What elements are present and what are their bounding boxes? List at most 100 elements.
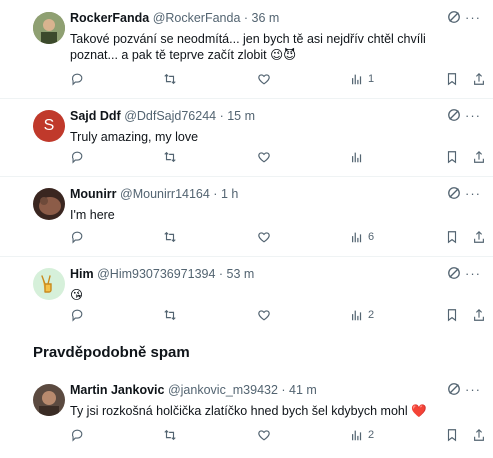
share-icon [474, 308, 484, 321]
reply-button[interactable] [70, 306, 84, 324]
share-button[interactable] [472, 148, 486, 166]
bookmark-icon [447, 309, 457, 322]
bookmark-button[interactable] [445, 306, 459, 324]
like-icon [258, 232, 270, 243]
reply-icon [71, 151, 83, 164]
avatar-letter: S [43, 117, 55, 134]
retweet-icon [164, 429, 176, 441]
author-meta[interactable]: @DdfSajd76244 · 15 m [124, 109, 255, 123]
bookmark-icon [447, 231, 457, 244]
more-icon[interactable]: ··· [465, 10, 481, 25]
author-meta[interactable]: @Him930736971394 · 53 m [97, 267, 254, 281]
tweet-header: RockerFanda @RockerFanda · 36 m [70, 11, 279, 25]
reply-icon [71, 231, 83, 244]
like-button[interactable] [257, 306, 271, 324]
share-button[interactable] [472, 306, 486, 324]
bookmark-button[interactable] [445, 148, 459, 166]
reply-icon [71, 309, 83, 322]
tweet-text: 😘 [70, 288, 84, 302]
views-icon [352, 152, 362, 163]
reply-button[interactable] [70, 70, 88, 88]
reply-button[interactable] [70, 148, 84, 166]
grok-icon[interactable] [447, 186, 461, 200]
tweet-header: Sajd Ddf @DdfSajd76244 · 15 m [70, 109, 255, 123]
more-icon[interactable]: ··· [465, 382, 481, 397]
like-icon [258, 152, 270, 163]
reply-icon [71, 73, 83, 86]
share-button[interactable] [472, 426, 486, 444]
bookmark-icon [447, 73, 457, 86]
retweet-button[interactable] [163, 70, 181, 88]
author-meta[interactable]: @RockerFanda · 36 m [153, 11, 280, 25]
like-icon [258, 310, 270, 321]
author-meta[interactable]: @jankovic_m39432 · 41 m [168, 383, 317, 397]
avatar[interactable] [33, 12, 65, 44]
avatar[interactable]: S [33, 110, 65, 142]
tweet-actions: 2 [70, 306, 490, 326]
like-icon [258, 74, 270, 85]
author-meta[interactable]: @Mounirr14164 · 1 h [120, 187, 238, 201]
retweet-icon [164, 231, 176, 243]
share-button[interactable] [472, 228, 486, 246]
author-name[interactable]: Him [70, 267, 94, 281]
author-name[interactable]: Martin Jankovic [70, 383, 164, 397]
like-button[interactable] [257, 70, 275, 88]
reply-button[interactable] [70, 426, 84, 444]
view-count: 1 [368, 73, 375, 85]
avatar[interactable] [33, 384, 65, 416]
author-name[interactable]: RockerFanda [70, 11, 149, 25]
retweet-button[interactable] [163, 148, 177, 166]
tweet-actions: 2 [70, 426, 490, 446]
reply-icon [71, 429, 83, 442]
reply-button[interactable] [70, 228, 84, 246]
tweet-item[interactable]: RockerFanda @RockerFanda · 36 m ··· Tako… [0, 0, 493, 99]
bookmark-button[interactable] [445, 426, 459, 444]
like-icon [258, 430, 270, 441]
share-icon [474, 72, 484, 85]
author-name[interactable]: Mounirr [70, 187, 117, 201]
tweet-item[interactable]: S Sajd Ddf @DdfSajd76244 · 15 m ··· Trul… [0, 98, 493, 177]
view-count: 2 [368, 309, 375, 321]
views-button[interactable]: 6 [350, 228, 374, 246]
more-icon[interactable]: ··· [465, 108, 481, 123]
grok-icon[interactable] [447, 266, 461, 280]
share-button[interactable] [472, 70, 486, 88]
spam-section-title: Pravděpodobně spam [33, 344, 190, 361]
tweet-actions: 1 [70, 70, 490, 90]
retweet-button[interactable] [163, 306, 177, 324]
bookmark-icon [447, 151, 457, 164]
tweet-item[interactable]: Mounirr @Mounirr14164 · 1 h ··· I'm here… [0, 176, 493, 257]
like-button[interactable] [257, 148, 271, 166]
avatar[interactable] [33, 188, 65, 220]
views-icon [352, 232, 362, 243]
retweet-button[interactable] [163, 228, 177, 246]
views-button[interactable] [350, 148, 364, 166]
bookmark-icon [447, 429, 457, 442]
retweet-icon [164, 151, 176, 163]
retweet-button[interactable] [163, 426, 177, 444]
views-button[interactable]: 2 [350, 306, 374, 324]
share-icon [474, 428, 484, 441]
grok-icon[interactable] [447, 10, 461, 24]
grok-icon[interactable] [447, 382, 461, 396]
tweet-header: Martin Jankovic @jankovic_m39432 · 41 m [70, 383, 317, 397]
avatar[interactable] [33, 268, 65, 300]
tweet-item[interactable]: Martin Jankovic @jankovic_m39432 · 41 m … [0, 372, 493, 458]
tweet-text: Truly amazing, my love [70, 130, 199, 144]
like-button[interactable] [257, 426, 271, 444]
more-icon[interactable]: ··· [465, 266, 481, 281]
more-icon[interactable]: ··· [465, 186, 481, 201]
author-name[interactable]: Sajd Ddf [70, 109, 121, 123]
views-button[interactable]: 1 [350, 70, 374, 88]
retweet-icon [164, 309, 176, 321]
bookmark-button[interactable] [445, 70, 459, 88]
tweet-actions: 6 [70, 228, 490, 248]
bookmark-button[interactable] [445, 228, 459, 246]
tweet-item[interactable]: Him @Him930736971394 · 53 m ··· 😘 2 [0, 256, 493, 334]
retweet-icon [164, 73, 176, 85]
views-icon [352, 310, 362, 321]
like-button[interactable] [257, 228, 271, 246]
tweet-text: I'm here [70, 208, 115, 222]
views-button[interactable]: 2 [350, 426, 374, 444]
grok-icon[interactable] [447, 108, 461, 122]
